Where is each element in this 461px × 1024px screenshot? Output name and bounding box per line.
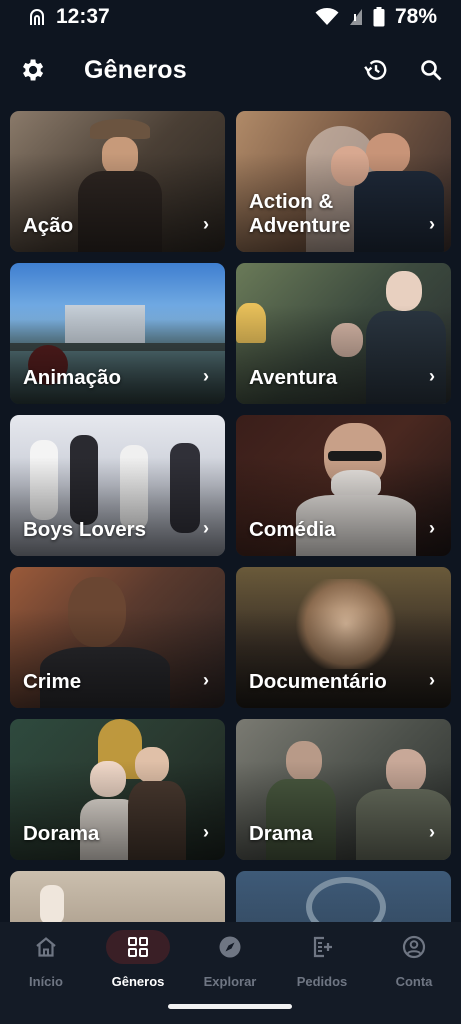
chevron-right-icon: ›	[203, 214, 209, 234]
nav-label: Pedidos	[296, 974, 348, 989]
genre-card-animacao[interactable]: Animação ›	[10, 263, 225, 404]
wifi-icon	[315, 8, 339, 26]
active-indicator	[106, 930, 170, 964]
genre-card-partial[interactable]	[236, 871, 451, 922]
chevron-right-icon: ›	[203, 366, 209, 386]
chevron-right-icon: ›	[203, 670, 209, 690]
genre-label: Action & Adventure	[249, 190, 351, 237]
request-icon	[310, 935, 334, 959]
chevron-right-icon: ›	[203, 518, 209, 538]
nav-pedidos[interactable]: Pedidos	[276, 932, 368, 989]
genre-card-crime[interactable]: Crime ›	[10, 567, 225, 708]
chevron-right-icon: ›	[203, 822, 209, 842]
grid-icon	[127, 936, 149, 958]
genre-card-acao[interactable]: Ação ›	[10, 111, 225, 252]
notification-icon	[28, 7, 46, 27]
nav-label: Gêneros	[111, 974, 165, 989]
clock: 12:37	[56, 5, 110, 28]
card-artwork	[306, 877, 386, 922]
top-bar: Gêneros	[0, 44, 461, 96]
compass-icon	[218, 935, 242, 959]
settings-icon[interactable]	[18, 56, 46, 84]
genre-label: Aventura	[249, 366, 338, 389]
genre-card-aventura[interactable]: Aventura ›	[236, 263, 451, 404]
genre-card-comedia[interactable]: Comédia ›	[236, 415, 451, 556]
genre-card-dorama[interactable]: Dorama ›	[10, 719, 225, 860]
chevron-right-icon: ›	[429, 518, 435, 538]
genre-label: Boys Lovers	[23, 518, 147, 541]
genre-card-partial[interactable]	[10, 871, 225, 922]
genre-label: Dorama	[23, 822, 100, 845]
genre-label: Comédia	[249, 518, 336, 541]
signal-icon	[349, 8, 363, 26]
genre-card-action-adventure[interactable]: Action & Adventure ›	[236, 111, 451, 252]
nav-label: Explorar	[203, 974, 257, 989]
genre-card-drama[interactable]: Drama ›	[236, 719, 451, 860]
genre-label: Drama	[249, 822, 313, 845]
card-artwork	[40, 885, 64, 922]
genre-label: Ação	[23, 214, 74, 237]
home-indicator[interactable]	[168, 1004, 292, 1009]
nav-label: Conta	[395, 974, 433, 989]
page-title: Gêneros	[84, 55, 187, 84]
search-icon[interactable]	[419, 58, 443, 82]
battery-icon	[373, 7, 385, 27]
home-icon	[34, 935, 58, 959]
genre-card-boys-lovers[interactable]: Boys Lovers ›	[10, 415, 225, 556]
chevron-right-icon: ›	[429, 366, 435, 386]
genres-grid: Ação › Action & Adventure › Animação › A…	[10, 111, 451, 922]
chevron-right-icon: ›	[429, 670, 435, 690]
genre-label: Crime	[23, 670, 82, 693]
genre-label: Animação	[23, 366, 121, 389]
nav-conta[interactable]: Conta	[368, 932, 460, 989]
chevron-right-icon: ›	[429, 822, 435, 842]
genre-card-documentario[interactable]: Documentário ›	[236, 567, 451, 708]
account-icon	[402, 935, 426, 959]
nav-generos[interactable]: Gêneros	[92, 930, 184, 989]
nav-label: Início	[29, 974, 63, 989]
nav-explorar[interactable]: Explorar	[184, 932, 276, 989]
genre-label: Documentário	[249, 670, 387, 693]
history-icon[interactable]	[363, 57, 389, 83]
nav-inicio[interactable]: Início	[0, 932, 92, 989]
chevron-right-icon: ›	[429, 214, 435, 234]
status-bar: 12:37 78%	[0, 0, 461, 34]
battery-level: 78%	[394, 5, 437, 28]
card-artwork	[90, 119, 150, 139]
